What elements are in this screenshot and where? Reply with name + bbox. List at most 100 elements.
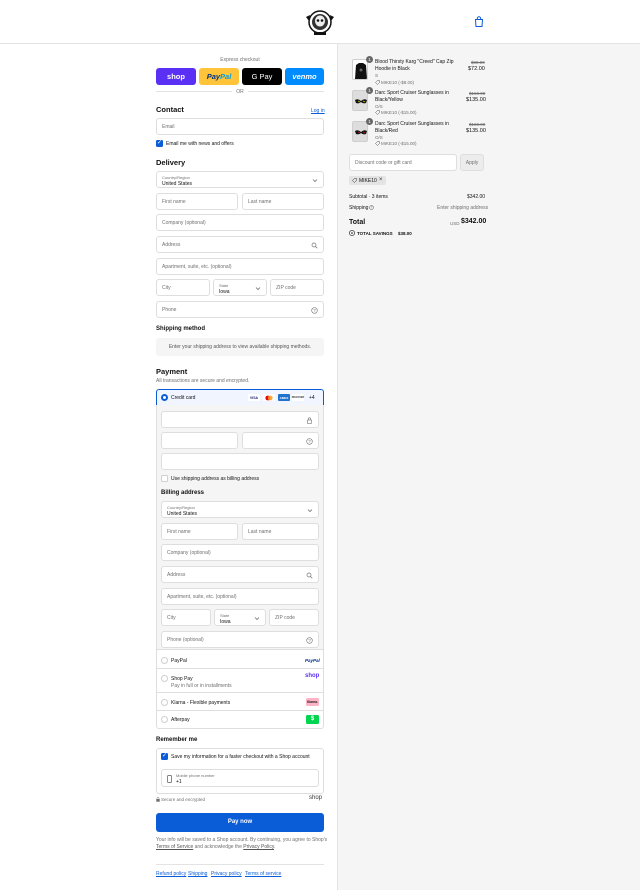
svg-text:?: ? (313, 308, 316, 313)
apartment-field[interactable]: Apartment, suite, etc. (optional) (156, 258, 324, 275)
afterpay-logo-icon: $ (306, 715, 319, 724)
shopping-bag-icon[interactable] (474, 16, 484, 27)
currency-label: USD (450, 221, 460, 226)
total-label: Total (349, 219, 366, 226)
state-select[interactable]: State Iowa (213, 279, 267, 296)
shipping-value: Enter shipping address (437, 205, 489, 211)
klarna-radio[interactable] (161, 699, 168, 706)
privacy-policy-link[interactable]: Privacy policy (211, 871, 242, 877)
search-icon (306, 572, 313, 579)
billing-zip-field[interactable]: ZIP code (269, 609, 319, 626)
card-number-field[interactable] (161, 411, 319, 428)
billing-last-name-field[interactable]: Last name (242, 523, 319, 540)
product-thumbnail (352, 90, 368, 111)
shipping-method-title: Shipping method (156, 326, 205, 332)
payment-title: Payment (156, 367, 188, 376)
apply-button[interactable]: Apply (460, 154, 484, 171)
total-savings-value: $38.00 (398, 231, 412, 236)
login-link[interactable]: Log in (311, 108, 325, 114)
lock-icon (156, 797, 160, 802)
paypal-express-button[interactable]: Pay Pal (199, 68, 239, 85)
phone-field[interactable]: Phone ? (156, 301, 324, 318)
afterpay-label: Afterpay (171, 717, 190, 723)
shipping-method-placeholder: Enter your shipping address to view avai… (156, 338, 324, 356)
item-name: Darc Sport Cruiser Sunglasses in (375, 121, 449, 127)
shop-logo-icon: shop (309, 795, 323, 801)
security-code-field[interactable]: ? (242, 432, 319, 449)
refund-policy-link[interactable]: Refund policy (156, 871, 186, 877)
billing-address-field[interactable]: Address (161, 566, 319, 583)
billing-city-field[interactable]: City (161, 609, 211, 626)
discount-code-field[interactable]: Discount code or gift card (349, 154, 457, 171)
shipping-link[interactable]: Shipping (188, 871, 207, 877)
pay-now-button[interactable]: Pay now (156, 813, 324, 832)
more-cards-badge: +4 (309, 395, 315, 401)
news-checkbox[interactable]: ✓ (156, 140, 163, 147)
address-field[interactable]: Address (156, 236, 324, 253)
remember-me-title: Remember me (156, 737, 198, 743)
billing-phone-field[interactable]: Phone (optional) ? (161, 631, 319, 648)
discover-icon: DISCOVER (291, 394, 305, 401)
svg-text:?: ? (308, 439, 311, 444)
billing-company-field[interactable]: Company (optional) (161, 544, 319, 561)
tag-icon (375, 110, 380, 115)
item-discount: MIKE10 (-$15.00) (381, 110, 417, 115)
help-circle-icon[interactable]: ? (369, 205, 374, 210)
venmo-express-button[interactable]: venmo (285, 68, 324, 85)
help-circle-icon[interactable]: ? (311, 307, 318, 314)
item-old-price: $150.00 (469, 91, 486, 96)
privacy-policy-link[interactable]: Privacy Policy (243, 844, 274, 850)
terms-of-service-link[interactable]: Terms of service (245, 871, 281, 877)
email-field[interactable]: Email (156, 118, 324, 135)
tag-icon (375, 141, 380, 146)
billing-state-select[interactable]: State Iowa (214, 609, 266, 626)
terms-of-service-link[interactable]: Terms of Service (156, 844, 193, 850)
shop-pay-sublabel: Pay in full or in installments (171, 683, 232, 689)
save-info-label: Save my information for a faster checkou… (171, 754, 310, 760)
zip-field[interactable]: ZIP code (270, 279, 324, 296)
shop-pay-express-button[interactable]: shop (156, 68, 196, 85)
shop-pay-label: Shop Pay (171, 676, 193, 682)
billing-address-title: Billing address (161, 490, 205, 496)
chevron-down-icon (255, 287, 261, 291)
chevron-down-icon (307, 509, 313, 513)
klarna-logo-icon: Klarna. (306, 698, 319, 706)
shipping-label: Shipping (349, 205, 369, 211)
item-price: $135.00 (466, 97, 486, 103)
quantity-badge: 1 (366, 87, 373, 94)
name-on-card-field[interactable] (161, 453, 319, 470)
country-select[interactable]: Country/Region United States (156, 171, 324, 188)
first-name-field[interactable]: First name (156, 193, 238, 210)
company-field[interactable]: Company (optional) (156, 214, 324, 231)
express-checkout-label: Express checkout (220, 57, 260, 63)
help-circle-icon[interactable]: ? (306, 438, 313, 445)
item-name: Darc Sport Cruiser Sunglasses in (375, 90, 449, 96)
total-savings-label: TOTAL SAVINGS (357, 231, 393, 236)
skull-crest-logo-icon[interactable] (304, 9, 336, 36)
header (0, 0, 640, 44)
last-name-field[interactable]: Last name (242, 193, 324, 210)
svg-text:?: ? (371, 206, 373, 210)
remove-discount-icon[interactable]: × (379, 177, 383, 183)
expiration-date-field[interactable] (161, 432, 238, 449)
google-pay-express-button[interactable]: G Pay (242, 68, 282, 85)
item-variant: O/S (375, 104, 383, 109)
billing-apartment-field[interactable]: Apartment, suite, etc. (optional) (161, 588, 319, 605)
item-old-price: $80.00 (471, 60, 485, 65)
credit-card-radio[interactable] (161, 394, 168, 401)
afterpay-radio[interactable] (161, 716, 168, 723)
item-variant: S (375, 73, 379, 78)
mobile-phone-field[interactable]: Mobile phone number +1 (161, 769, 319, 787)
paypal-radio[interactable] (161, 657, 168, 664)
secure-encrypted-label: Secure and encrypted (161, 797, 206, 802)
city-field[interactable]: City (156, 279, 210, 296)
mobile-phone-icon (167, 775, 172, 783)
item-name: Blood Thirsty Karg "Creed" Cap Zip (375, 59, 454, 65)
visa-icon: VISA (248, 394, 260, 401)
save-info-checkbox[interactable]: ✓ (161, 753, 168, 760)
use-shipping-checkbox[interactable] (161, 475, 168, 482)
help-circle-icon[interactable]: ? (306, 637, 313, 644)
shop-pay-radio[interactable] (161, 675, 168, 682)
billing-country-select[interactable]: Country/Region United States (161, 501, 319, 518)
billing-first-name-field[interactable]: First name (161, 523, 238, 540)
